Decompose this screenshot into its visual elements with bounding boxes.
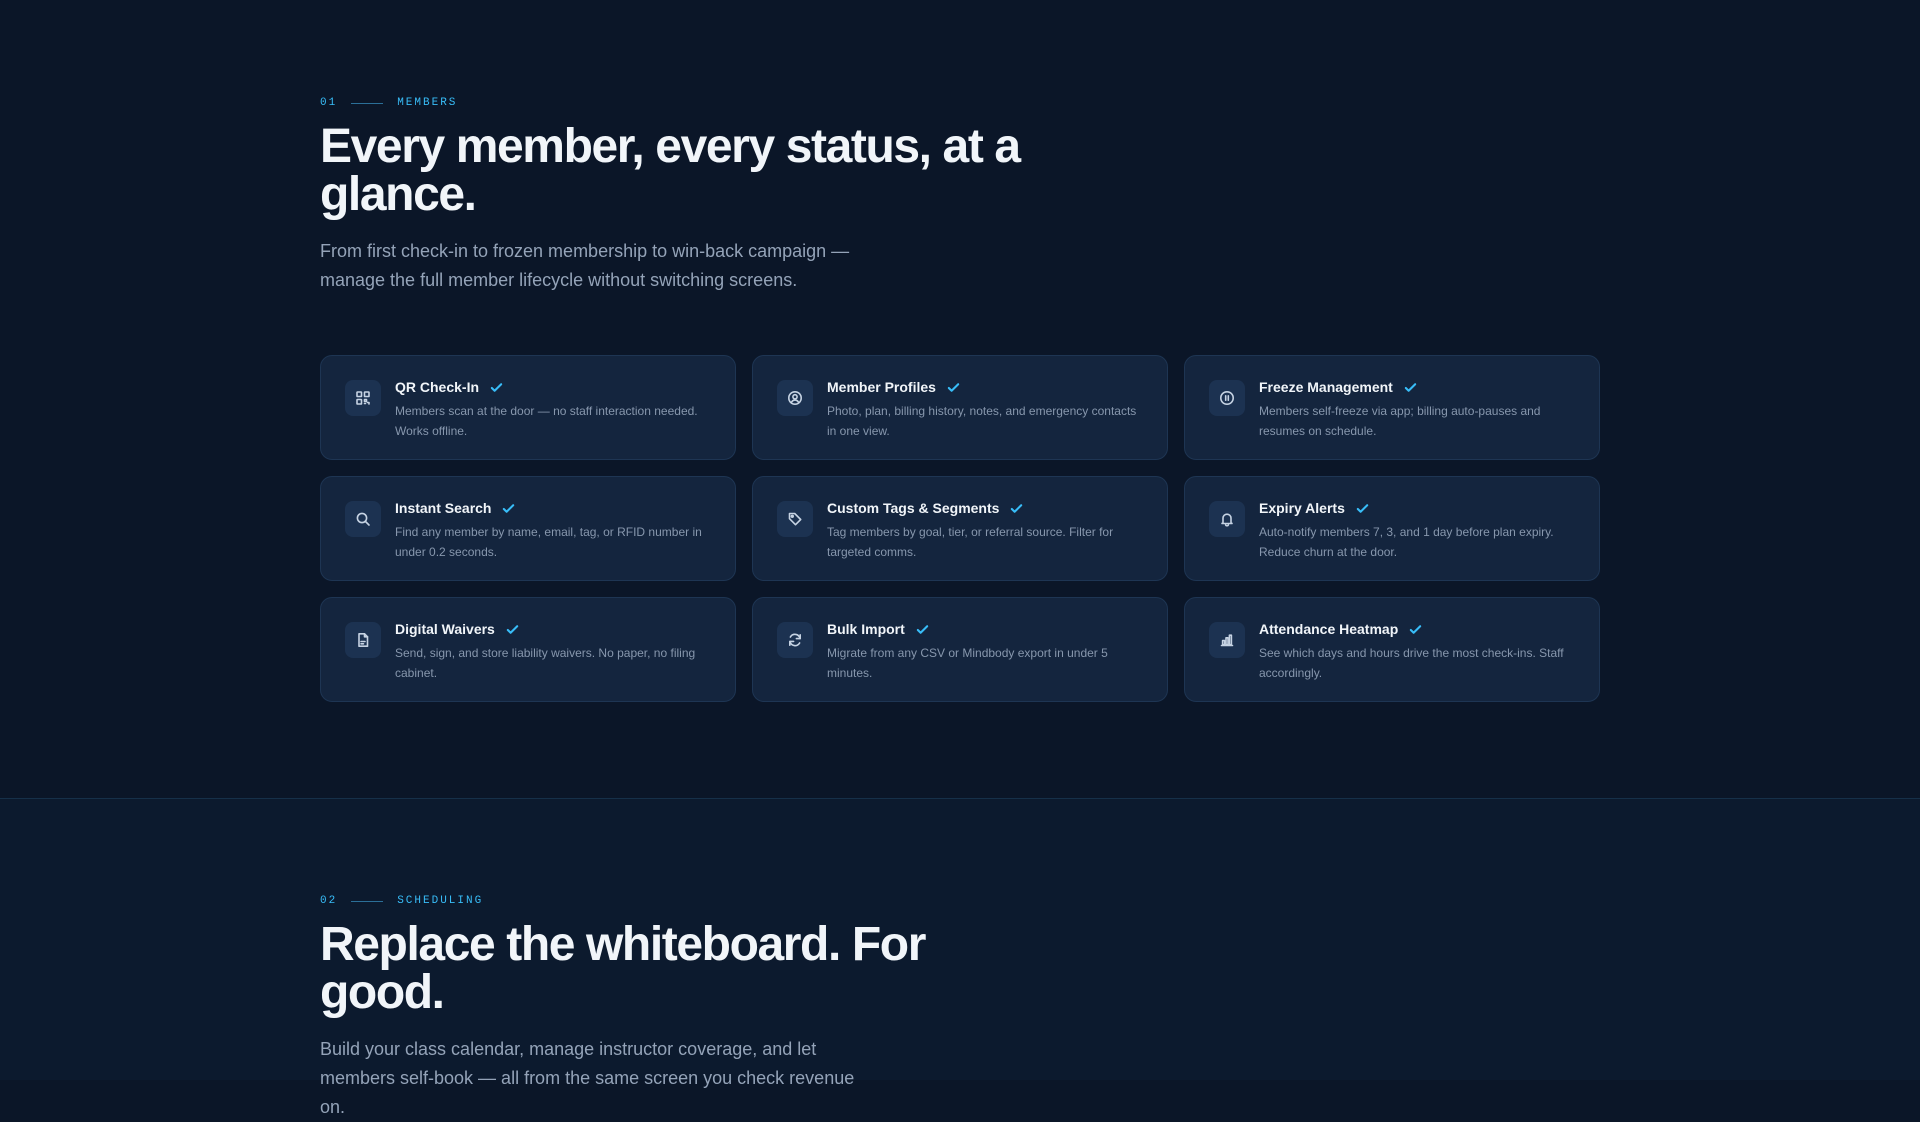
feature-card: Member Profiles Photo, plan, billing his… bbox=[752, 355, 1168, 460]
feature-description: Members self-freeze via app; billing aut… bbox=[1259, 404, 1541, 438]
section-label: SCHEDULING bbox=[397, 895, 484, 907]
check-icon bbox=[1403, 380, 1418, 395]
section-headline: Every member, every status, at a glance. bbox=[320, 120, 1021, 221]
check-icon bbox=[489, 380, 504, 395]
bar-chart-icon bbox=[1209, 622, 1245, 658]
pause-circle-icon bbox=[1209, 380, 1245, 416]
section-headline: Replace the whiteboard. For good. bbox=[320, 918, 926, 1019]
search-icon bbox=[345, 501, 381, 537]
check-icon bbox=[915, 622, 930, 637]
check-icon bbox=[501, 501, 516, 516]
feature-title: Digital Waivers bbox=[395, 621, 495, 637]
feature-title: Instant Search bbox=[395, 500, 492, 516]
check-icon bbox=[1355, 501, 1370, 516]
feature-card: Custom Tags & Segments Tag members by go… bbox=[752, 476, 1168, 581]
section-eyebrow: 02 SCHEDULING bbox=[320, 895, 1600, 907]
check-icon bbox=[946, 380, 961, 395]
section-number: 01 bbox=[320, 97, 338, 109]
eyebrow-rule bbox=[351, 102, 384, 104]
feature-card: QR Check-In Members scan at the door — n… bbox=[320, 355, 736, 460]
feature-card: Digital Waivers Send, sign, and store li… bbox=[320, 597, 736, 702]
feature-grid: QR Check-In Members scan at the door — n… bbox=[320, 355, 1601, 702]
members-header: 01 MEMBERS Every member, every status, a… bbox=[320, 97, 1600, 295]
feature-description: Migrate from any CSV or Mindbody export … bbox=[827, 646, 1108, 680]
feature-title: Custom Tags & Segments bbox=[827, 500, 1000, 516]
feature-description: Auto-notify members 7, 3, and 1 day befo… bbox=[1259, 525, 1554, 559]
check-icon bbox=[505, 622, 520, 637]
feature-title: Freeze Management bbox=[1259, 379, 1393, 395]
feature-description: See which days and hours drive the most … bbox=[1259, 646, 1564, 680]
feature-description: Tag members by goal, tier, or referral s… bbox=[827, 525, 1114, 559]
feature-title: Member Profiles bbox=[827, 379, 936, 395]
check-icon bbox=[1408, 622, 1423, 637]
feature-title: Bulk Import bbox=[827, 621, 905, 637]
members-section: 01 MEMBERS Every member, every status, a… bbox=[0, 0, 1920, 798]
feature-title: QR Check-In bbox=[395, 379, 480, 395]
section-lede: Build your class calendar, manage instru… bbox=[320, 1039, 855, 1117]
feature-description: Members scan at the door — no staff inte… bbox=[395, 404, 698, 438]
tag-icon bbox=[777, 501, 813, 537]
feature-description: Find any member by name, email, tag, or … bbox=[395, 525, 702, 559]
eyebrow-rule bbox=[351, 900, 384, 902]
section-eyebrow: 01 MEMBERS bbox=[320, 97, 1600, 109]
qr-code-icon bbox=[345, 380, 381, 416]
feature-card: Expiry Alerts Auto-notify members 7, 3, … bbox=[1184, 476, 1600, 581]
feature-card: Bulk Import Migrate from any CSV or Mind… bbox=[752, 597, 1168, 702]
section-lede: From first check-in to frozen membership… bbox=[320, 241, 850, 290]
feature-description: Photo, plan, billing history, notes, and… bbox=[827, 404, 1137, 438]
feature-card: Freeze Management Members self-freeze vi… bbox=[1184, 355, 1600, 460]
scheduling-section: 02 SCHEDULING Replace the whiteboard. Fo… bbox=[0, 798, 1920, 1117]
feature-card: Attendance Heatmap See which days and ho… bbox=[1184, 597, 1600, 702]
feature-card: Instant Search Find any member by name, … bbox=[320, 476, 736, 581]
check-icon bbox=[1009, 501, 1024, 516]
feature-title: Attendance Heatmap bbox=[1259, 621, 1399, 637]
section-number: 02 bbox=[320, 895, 338, 907]
feature-description: Send, sign, and store liability waivers.… bbox=[395, 646, 696, 680]
feature-title: Expiry Alerts bbox=[1259, 500, 1345, 516]
bell-icon bbox=[1209, 501, 1245, 537]
scheduling-header: 02 SCHEDULING Replace the whiteboard. Fo… bbox=[320, 895, 1600, 1122]
section-label: MEMBERS bbox=[397, 97, 458, 109]
user-circle-icon bbox=[777, 380, 813, 416]
document-icon bbox=[345, 622, 381, 658]
refresh-icon bbox=[777, 622, 813, 658]
